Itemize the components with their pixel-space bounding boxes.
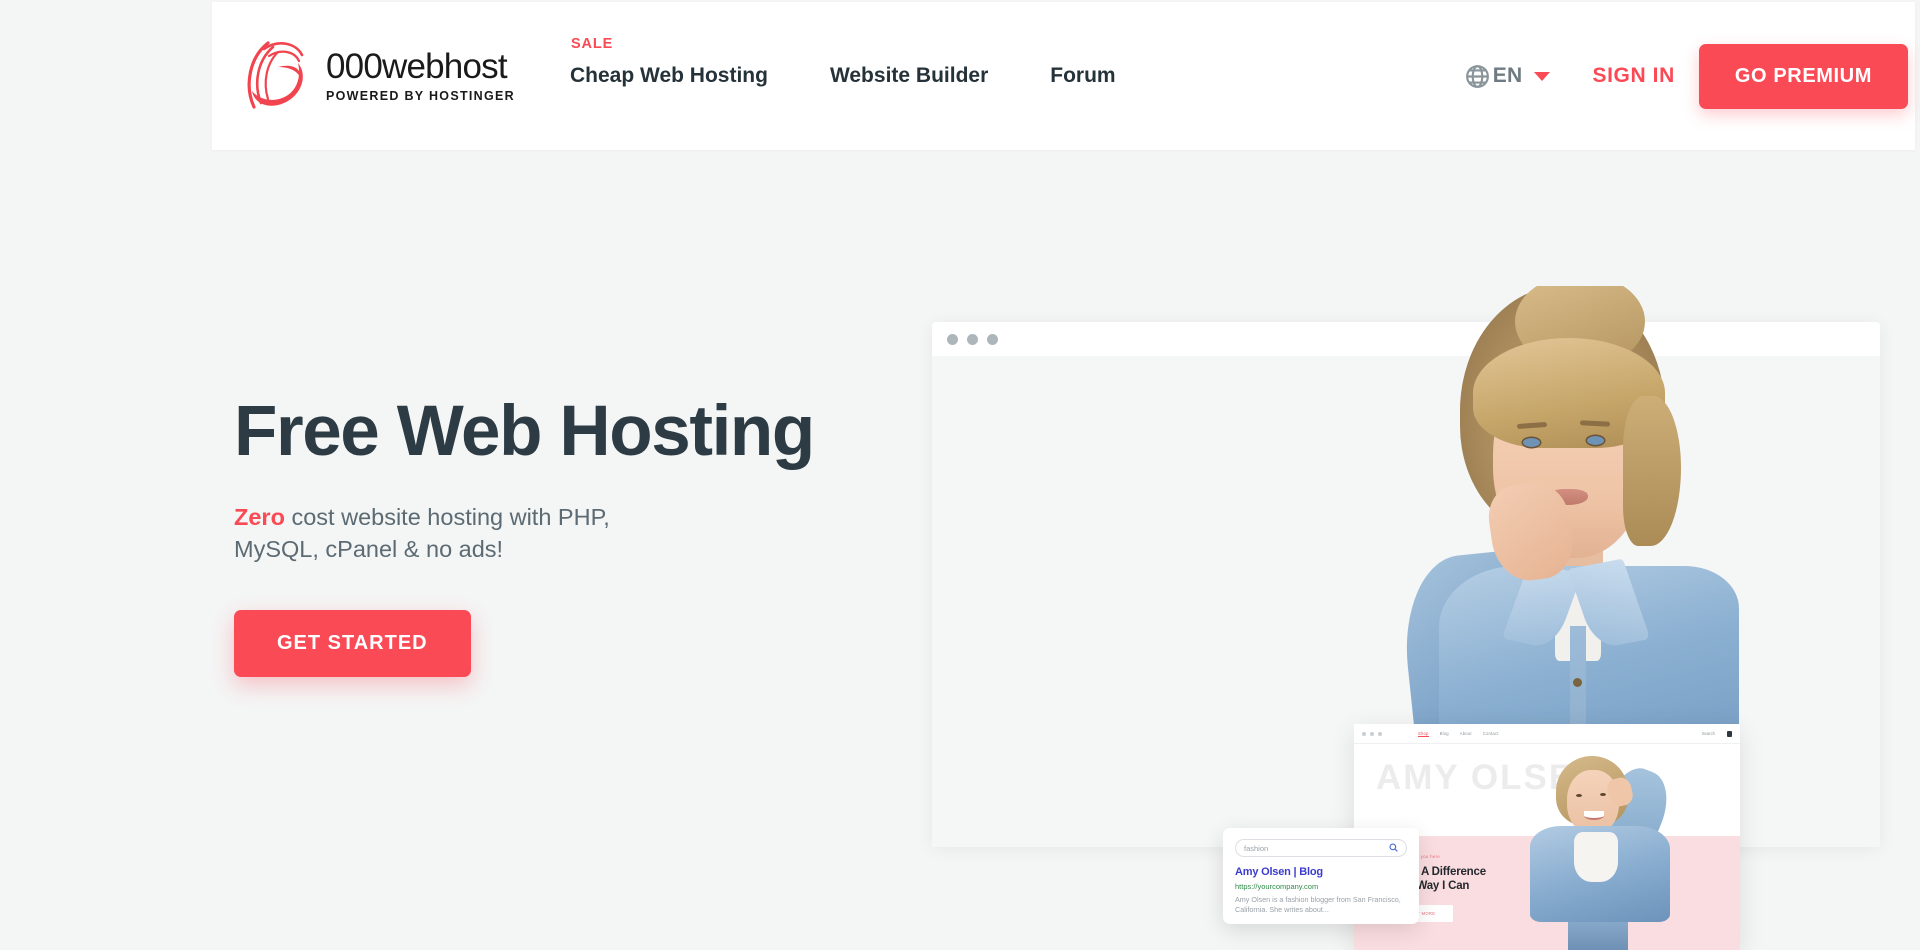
chevron-down-icon — [1534, 71, 1551, 81]
inner-nav-item[interactable]: About — [1460, 731, 1472, 737]
nav-item-cheap-web-hosting[interactable]: SALE Cheap Web Hosting — [569, 36, 768, 88]
search-result-card: fashion Amy Olsen | Blog https://yourcom… — [1223, 828, 1419, 924]
nav-item-label: Website Builder — [829, 64, 989, 88]
nav-item-label: Cheap Web Hosting — [569, 64, 768, 88]
inner-site-titlebar: Shop Blog About Contact Search — [1354, 724, 1740, 744]
inner-site-nav: Shop Blog About Contact — [1418, 731, 1499, 737]
hero-subtitle-rest: cost website hosting with PHP, MySQL, cP… — [234, 503, 610, 562]
site-header: 000webhost POWERED BY HOSTINGER SALE Che… — [212, 2, 1915, 150]
window-dots-icon — [1362, 731, 1382, 736]
language-code: EN — [1492, 64, 1523, 87]
page-title: Free Web Hosting — [234, 392, 815, 471]
inner-site-actions: Search — [1702, 730, 1732, 737]
nav-item-forum[interactable]: Forum — [1050, 63, 1115, 88]
swirl-logo-icon — [238, 33, 316, 119]
sale-badge: SALE — [570, 36, 614, 53]
page-root: 000webhost POWERED BY HOSTINGER SALE Che… — [0, 0, 1920, 950]
browser-titlebar — [932, 322, 1880, 356]
nav-item-label: Forum — [1050, 64, 1116, 88]
search-result-title[interactable]: Amy Olsen | Blog — [1235, 866, 1407, 878]
globe-icon — [1464, 63, 1491, 90]
brand-tagline: POWERED BY HOSTINGER — [326, 89, 515, 103]
inner-nav-item[interactable]: Shop — [1418, 731, 1429, 737]
search-result-url[interactable]: https://yourcompany.com — [1235, 882, 1407, 891]
window-dot-icon — [987, 333, 998, 345]
hero-subtitle-highlight: Zero — [234, 503, 285, 530]
search-input[interactable]: fashion — [1235, 839, 1407, 857]
nav-item-website-builder[interactable]: Website Builder — [830, 63, 988, 88]
sign-in-link[interactable]: SIGN IN — [1592, 64, 1674, 88]
window-dot-icon — [967, 333, 978, 345]
inner-site-eyebrow: Hi, its nice to see you here — [1380, 854, 1441, 859]
window-dot-icon — [947, 333, 958, 345]
inner-site-watermark: AMY OLSEN — [1376, 758, 1602, 797]
hero-subtitle: Zero cost website hosting with PHP, MySQ… — [234, 501, 664, 565]
language-selector[interactable]: EN — [1464, 63, 1551, 90]
search-result-description: Amy Olsen is a fashion blogger from San … — [1235, 895, 1401, 915]
inner-site-hero: AMY OLSEN — [1354, 744, 1740, 836]
cart-icon[interactable] — [1727, 730, 1732, 737]
brand-name: 000webhost — [326, 47, 508, 86]
search-input-placeholder: fashion — [1244, 843, 1269, 853]
header-actions: EN SIGN IN GO PREMIUM — [1464, 43, 1908, 109]
inner-nav-item[interactable]: Blog — [1440, 731, 1449, 737]
brand-wordmark: 000webhost POWERED BY HOSTINGER — [326, 49, 515, 103]
inner-nav-item[interactable]: Contact — [1483, 731, 1499, 737]
magnifier-icon[interactable] — [1389, 839, 1398, 857]
go-premium-button[interactable]: GO PREMIUM — [1698, 43, 1908, 109]
get-started-button[interactable]: GET STARTED — [234, 609, 471, 677]
inner-site-heading: Making A Difference In Any Way I Can — [1380, 865, 1740, 894]
inner-search-label[interactable]: Search — [1702, 731, 1715, 736]
hero-copy: Free Web Hosting Zero cost website hosti… — [234, 392, 874, 677]
brand-logo[interactable]: 000webhost POWERED BY HOSTINGER — [238, 33, 515, 119]
main-nav: SALE Cheap Web Hosting Website Builder F… — [570, 2, 1178, 150]
